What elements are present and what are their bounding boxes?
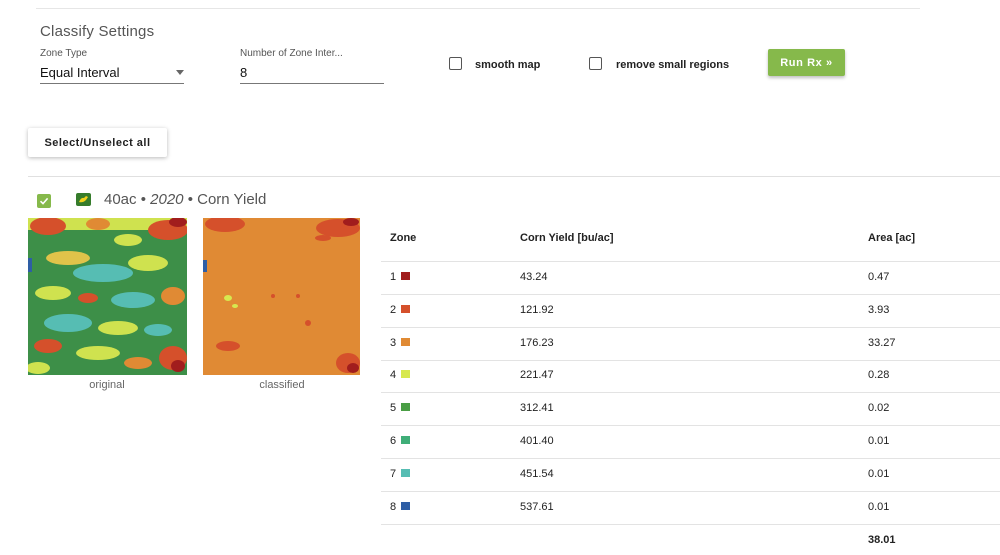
check-icon (39, 197, 49, 205)
layer-size: 40ac (104, 191, 137, 208)
header-divider (381, 261, 1000, 262)
smooth-map-label: smooth map (475, 59, 541, 71)
zone-type-underline (40, 83, 184, 84)
yield-cell: 176.23 (520, 337, 554, 349)
zone-color-swatch (401, 305, 411, 313)
zone-number: 5 (390, 402, 397, 414)
yield-cell: 537.61 (520, 501, 554, 513)
section-title: Classify Settings (40, 23, 155, 40)
yield-cell: 221.47 (520, 369, 554, 381)
classified-map-image (203, 218, 360, 375)
row-divider (381, 327, 1000, 328)
area-cell: 0.02 (868, 402, 890, 414)
zone-type-select[interactable]: Equal Interval (40, 63, 184, 85)
section-divider (28, 176, 1000, 177)
yield-cell: 121.92 (520, 304, 554, 316)
classified-caption: classified (259, 379, 305, 391)
zone-number: 6 (390, 435, 397, 447)
zone-cell: 3 (390, 337, 411, 349)
area-cell: 0.28 (868, 369, 890, 381)
original-yield-map[interactable] (28, 218, 187, 375)
top-divider (36, 8, 920, 9)
remove-small-regions-checkbox[interactable] (589, 57, 602, 70)
row-divider (381, 425, 1000, 426)
column-header-zone: Zone (390, 232, 417, 244)
row-divider (381, 524, 1000, 525)
zone-cell: 5 (390, 402, 411, 414)
zone-number: 7 (390, 468, 397, 480)
layer-separator: • (140, 191, 146, 208)
zone-color-swatch (401, 436, 411, 444)
yield-cell: 401.40 (520, 435, 554, 447)
zone-number: 3 (390, 337, 397, 349)
john-deere-logo-icon (76, 193, 91, 206)
zone-number: 4 (390, 369, 397, 381)
zone-count-label: Number of Zone Inter... (240, 48, 343, 59)
area-cell: 3.93 (868, 304, 890, 316)
area-cell: 0.01 (868, 468, 890, 480)
layer-separator: • (187, 191, 193, 208)
classified-yield-map[interactable] (203, 218, 360, 375)
zone-count-value: 8 (240, 65, 248, 80)
zone-color-swatch (401, 338, 411, 346)
layer-checkbox[interactable] (37, 194, 51, 208)
area-cell: 0.01 (868, 435, 890, 447)
zone-number: 8 (390, 501, 397, 513)
zone-number: 2 (390, 304, 397, 316)
zone-count-input[interactable]: 8 (240, 63, 384, 85)
zone-number: 1 (390, 271, 397, 283)
zone-color-swatch (401, 502, 411, 510)
row-divider (381, 491, 1000, 492)
zone-color-swatch (401, 370, 411, 378)
zone-cell: 4 (390, 369, 411, 381)
column-header-area: Area [ac] (868, 232, 916, 244)
zone-type-label: Zone Type (40, 48, 88, 59)
total-area: 38.01 (868, 534, 896, 546)
row-divider (381, 360, 1000, 361)
layer-name: Corn Yield (197, 191, 267, 208)
yield-cell: 43.24 (520, 271, 548, 283)
original-map-image (28, 218, 187, 375)
zone-color-swatch (401, 403, 411, 411)
zone-cell: 6 (390, 435, 411, 447)
layer-title: 40ac • 2020 • Corn Yield (104, 191, 266, 208)
zone-color-swatch (401, 469, 411, 477)
area-cell: 33.27 (868, 337, 896, 349)
remove-small-regions-label: remove small regions (616, 59, 730, 71)
run-rx-button[interactable]: Run Rx » (768, 49, 845, 76)
row-divider (381, 392, 1000, 393)
zone-color-swatch (401, 272, 411, 280)
yield-cell: 451.54 (520, 468, 554, 480)
original-caption: original (89, 379, 125, 391)
zone-type-value: Equal Interval (40, 65, 120, 80)
row-divider (381, 458, 1000, 459)
chevron-down-icon (176, 70, 184, 75)
zone-count-underline (240, 83, 384, 84)
smooth-map-checkbox[interactable] (449, 57, 462, 70)
layer-year: 2020 (150, 191, 184, 208)
column-header-yield: Corn Yield [bu/ac] (520, 232, 614, 244)
select-unselect-all-button[interactable]: Select/Unselect all (28, 128, 167, 157)
zone-cell: 2 (390, 304, 411, 316)
row-divider (381, 294, 1000, 295)
yield-cell: 312.41 (520, 402, 554, 414)
area-cell: 0.01 (868, 501, 890, 513)
zone-cell: 1 (390, 271, 411, 283)
zone-cell: 8 (390, 501, 411, 513)
area-cell: 0.47 (868, 271, 890, 283)
zone-cell: 7 (390, 468, 411, 480)
